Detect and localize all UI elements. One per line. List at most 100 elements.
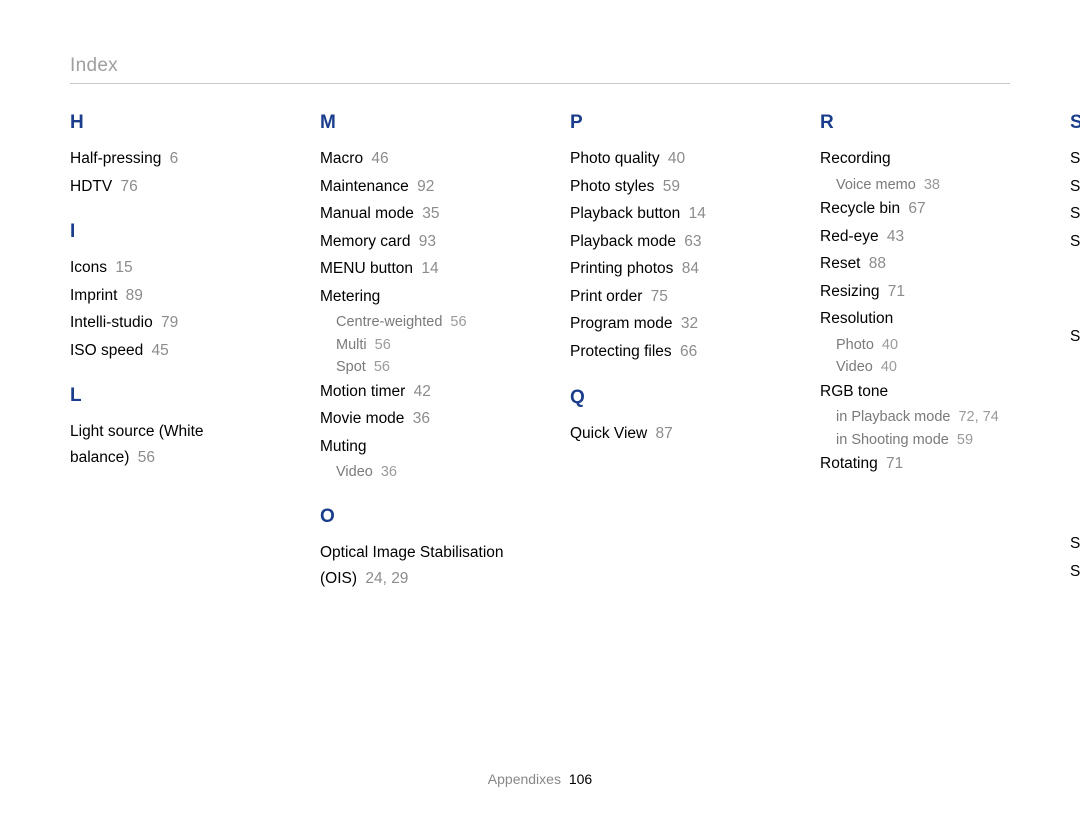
entry-page: 32 (677, 315, 699, 332)
index-entry[interactable]: Scene mode 31 (1070, 146, 1080, 172)
index-entry[interactable]: ISO speed 45 (70, 338, 260, 364)
index-entry[interactable]: Service centre 97 (1070, 201, 1080, 227)
index-entry[interactable]: Print order 75 (570, 284, 760, 310)
entry-label: HDTV (70, 178, 112, 195)
index-group: OOptical Image Stabilisation (OIS) 24, 2… (320, 506, 510, 591)
entry-label: Scene mode (1070, 150, 1080, 167)
entry-label: Recycle bin (820, 200, 900, 217)
entry-label: Playback mode (570, 233, 676, 250)
index-entry[interactable]: Program mode 32 (570, 311, 760, 337)
entry-label: Muting (320, 438, 367, 455)
footer: Appendixes 106 (0, 771, 1080, 787)
entry-page: 45 (147, 342, 169, 359)
entry-label: Movie mode (320, 410, 404, 427)
index-letter: I (70, 221, 260, 243)
entry-label: Settings (1070, 233, 1080, 250)
index-entry[interactable]: Motion timer 42 (320, 379, 510, 405)
index-entry[interactable]: Recycle bin 67 (820, 196, 1010, 222)
entry-label: ISO speed (70, 342, 143, 359)
entry-label: MENU button (320, 260, 413, 277)
index-subentry[interactable]: Video 36 (336, 461, 510, 483)
index-entry[interactable]: Red-eye 43 (820, 224, 1010, 250)
index-letter: H (70, 112, 260, 134)
index-entry[interactable]: HDTV 76 (70, 174, 260, 200)
index-entry[interactable]: Muting (320, 434, 510, 460)
subentry-page: 38 (920, 177, 940, 193)
index-entry[interactable]: Settings (1070, 229, 1080, 255)
index-subentry[interactable]: Voice memo 38 (836, 174, 1010, 196)
index-entry[interactable]: MENU button 14 (320, 256, 510, 282)
index-group: L Light source (White balance) 56 (70, 385, 260, 470)
index-subentry[interactable]: Photo 40 (836, 334, 1010, 356)
subentry-label: Video (336, 464, 373, 480)
subentry-page: 40 (877, 359, 897, 375)
index-entry[interactable]: Shooting mode (1070, 324, 1080, 350)
index-entry[interactable]: Manual mode 35 (320, 201, 510, 227)
entry-label: Shutter Priority mode (1070, 535, 1080, 552)
entry-label: Icons (70, 259, 107, 276)
entry-label: RGB tone (820, 383, 888, 400)
index-entry[interactable]: Half-pressing 6 (70, 146, 260, 172)
index-entry[interactable]: Recording (820, 146, 1010, 172)
entry-label: Motion timer (320, 383, 405, 400)
index-subentry[interactable]: in Playback mode 72, 74 (836, 406, 1010, 428)
index-entry[interactable]: Imprint 89 (70, 283, 260, 309)
entry-label: Photo quality (570, 150, 660, 167)
index-subentry[interactable]: Spot 56 (336, 356, 510, 378)
index-entry[interactable]: RGB tone (820, 379, 1010, 405)
subentry-label: Voice memo (836, 177, 916, 193)
index-entry[interactable]: Shutter speed 33 (1070, 559, 1080, 585)
index-entry[interactable]: Photo quality 40 (570, 146, 760, 172)
index-entry[interactable]: Resizing 71 (820, 279, 1010, 305)
index-entry[interactable]: Printing photos 84 (570, 256, 760, 282)
subentry-label: Video (836, 359, 873, 375)
entry-label: Resizing (820, 283, 879, 300)
index-entry[interactable]: Playback button 14 (570, 201, 760, 227)
index-entry[interactable]: Playback mode 63 (570, 229, 760, 255)
subentry-page: 56 (371, 337, 391, 353)
index-entry[interactable]: Metering (320, 284, 510, 310)
index-entry[interactable]: Resolution (820, 306, 1010, 332)
entry-page: 14 (417, 260, 439, 277)
index-entry[interactable]: Icons 15 (70, 255, 260, 281)
index-entry[interactable]: Light source (White balance) 56 (70, 419, 260, 470)
index-entry[interactable]: Optical Image Stabilisation (OIS) 24, 29 (320, 540, 510, 591)
index-subentry[interactable]: Centre-weighted 56 (336, 311, 510, 333)
index-group: IIcons 15Imprint 89Intelli-studio 79ISO … (70, 221, 260, 363)
entry-page: 75 (646, 288, 668, 305)
entry-page: 46 (367, 150, 389, 167)
index-entry[interactable]: Photo styles 59 (570, 174, 760, 200)
index-entry[interactable]: Maintenance 92 (320, 174, 510, 200)
entry-label: Self-portrait (1070, 178, 1080, 195)
index-subentry[interactable]: Multi 56 (336, 334, 510, 356)
page: Index HHalf-pressing 6HDTV 76IIcons 15Im… (0, 0, 1080, 815)
entry-page: 67 (904, 200, 926, 217)
entry-label: Protecting files (570, 343, 672, 360)
entry-label: Shooting mode (1070, 328, 1080, 345)
entry-page: 93 (414, 233, 436, 250)
index-entry[interactable]: Shutter Priority mode 34 (1070, 531, 1080, 557)
index-entry[interactable]: Self-portrait 51 (1070, 174, 1080, 200)
entry-page: 14 (684, 205, 706, 222)
index-entry[interactable]: Intelli-studio 79 (70, 310, 260, 336)
index-entry[interactable]: Quick View 87 (570, 421, 760, 447)
index-entry[interactable]: Movie mode 36 (320, 406, 510, 432)
entry-page: 40 (664, 150, 686, 167)
entry-label: Half-pressing (70, 150, 161, 167)
index-group: QQuick View 87 (570, 387, 760, 447)
index-letter: M (320, 112, 510, 134)
index-entry[interactable]: Macro 46 (320, 146, 510, 172)
entry-label: Metering (320, 288, 380, 305)
index-letter: L (70, 385, 260, 407)
index-subentry[interactable]: Video 40 (836, 356, 1010, 378)
index-subentry[interactable]: in Shooting mode 59 (836, 429, 1010, 451)
footer-page: 106 (569, 771, 592, 787)
index-entry[interactable]: Protecting files 66 (570, 339, 760, 365)
index-entry[interactable]: Reset 88 (820, 251, 1010, 277)
subentry-label: in Playback mode (836, 409, 950, 425)
subentry-page: 56 (370, 359, 390, 375)
entry-label: Print order (570, 288, 642, 305)
entry-label: Intelli-studio (70, 314, 153, 331)
index-entry[interactable]: Rotating 71 (820, 451, 1010, 477)
index-entry[interactable]: Memory card 93 (320, 229, 510, 255)
